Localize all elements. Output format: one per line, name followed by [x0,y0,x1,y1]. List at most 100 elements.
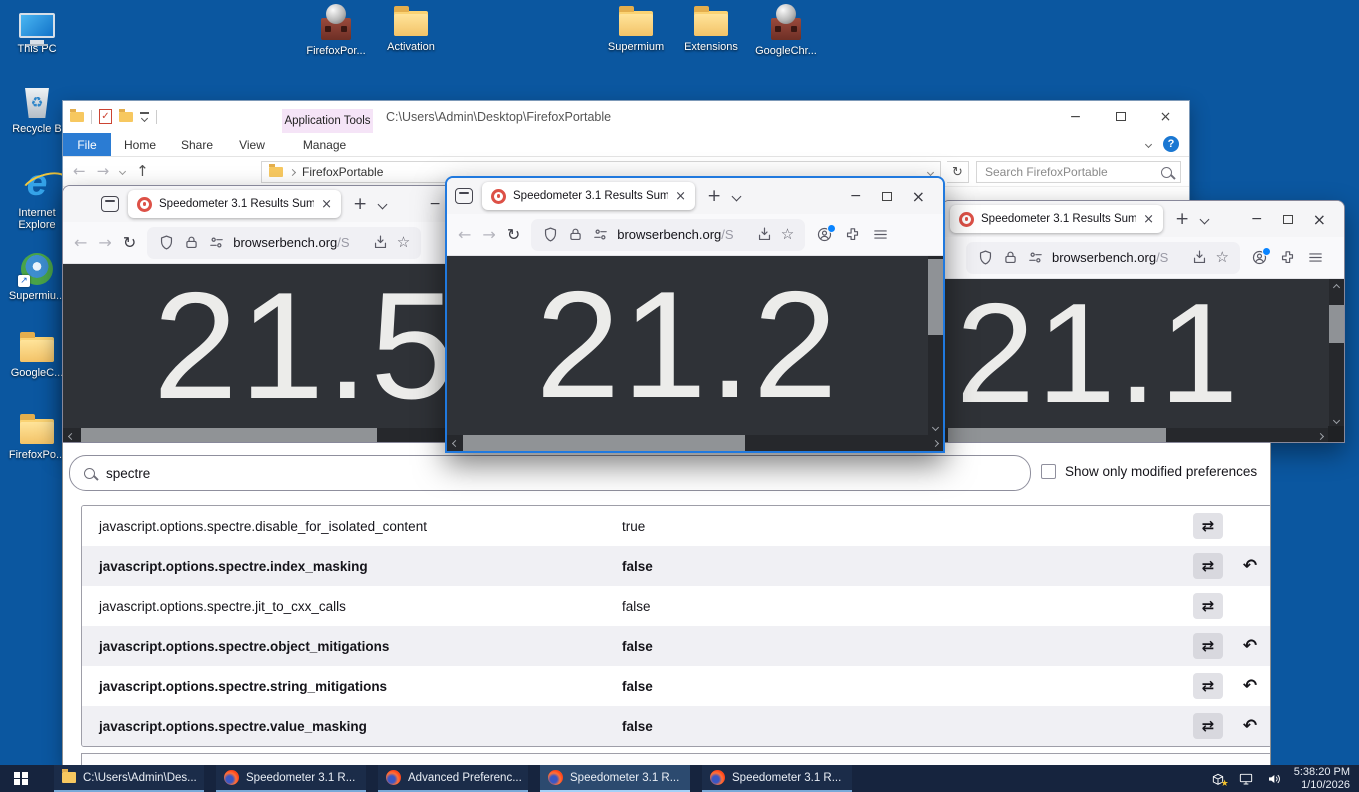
desktop-icon-googlechrome-installer[interactable]: GoogleChr... [749,4,823,57]
permissions-icon[interactable] [1027,249,1044,266]
back-button[interactable]: ← [73,162,86,180]
menu-hamburger-icon[interactable] [1307,249,1324,266]
refresh-button[interactable]: ↻ [947,161,969,183]
browser-tab[interactable]: Speedometer 3.1 Results Summa × [950,205,1163,233]
scroll-right-icon[interactable] [1312,428,1328,443]
tab-close-icon[interactable]: × [675,189,686,204]
permissions-icon[interactable] [592,226,609,243]
tab-file[interactable]: File [63,133,111,156]
browser-tab[interactable]: Speedometer 3.1 Results Summa × [128,190,341,218]
scrollbar-thumb[interactable] [81,428,377,443]
shield-icon[interactable] [542,226,559,243]
url-bar[interactable]: browserbench.org/S ☆ [147,227,421,259]
desktop-icon-firefoxportable-installer[interactable]: FirefoxPor... [299,4,373,57]
new-tab-button[interactable]: + [350,194,370,214]
ribbon-expand-icon[interactable] [1145,140,1152,147]
explorer-search-box[interactable]: Search FirefoxPortable [976,161,1181,183]
vertical-scrollbar[interactable] [928,256,943,435]
scroll-up-icon[interactable] [1329,279,1344,295]
minimize-button[interactable]: − [850,188,862,204]
minimize-button[interactable]: − [1251,211,1263,227]
taskbar-item-firefox-3-active[interactable]: Speedometer 3.1 R... [540,765,690,792]
toggle-button[interactable]: ⇄ [1193,713,1223,739]
maximize-button[interactable] [882,192,892,201]
horizontal-scrollbar[interactable] [447,435,943,451]
desktop-icon-extensions[interactable]: Extensions [674,4,748,53]
new-folder-icon[interactable] [119,112,133,122]
config-search-input[interactable]: spectre [69,455,1031,491]
shield-icon[interactable] [977,249,994,266]
tray-app-icon[interactable] [1210,771,1226,787]
extensions-puzzle-icon[interactable] [1279,249,1296,266]
scroll-left-icon[interactable] [63,428,79,443]
new-tab-button[interactable]: + [704,186,724,206]
horizontal-scrollbar[interactable] [942,428,1328,443]
lock-icon[interactable] [183,234,200,251]
scroll-down-icon[interactable] [928,419,943,435]
reset-button[interactable]: ↶ [1239,676,1261,696]
reload-button[interactable]: ↻ [123,233,136,252]
tab-list-icon[interactable] [732,191,742,201]
back-button[interactable]: ← [74,233,87,252]
toggle-button[interactable]: ⇄ [1193,553,1223,579]
show-modified-control[interactable]: Show only modified preferences [1041,464,1257,479]
toggle-button[interactable]: ⇄ [1193,673,1223,699]
scrollbar-thumb[interactable] [948,428,1166,443]
bookmark-star-icon[interactable]: ☆ [397,235,410,250]
toggle-button[interactable]: ⇄ [1193,513,1223,539]
back-button[interactable]: ← [458,225,471,244]
network-icon[interactable] [1238,771,1254,787]
toggle-button[interactable]: ⇄ [1193,593,1223,619]
taskbar-item-firefox-1[interactable]: Speedometer 3.1 R... [216,765,366,792]
customize-toolbar-icon[interactable] [140,112,149,121]
folder-icon[interactable] [70,112,84,122]
account-button[interactable] [1251,249,1268,266]
start-button[interactable] [0,765,42,792]
new-tab-button[interactable]: + [1172,209,1192,229]
tab-manage[interactable]: Manage [279,133,370,156]
download-icon[interactable] [756,226,773,243]
tab-list-icon[interactable] [378,199,388,209]
url-bar[interactable]: browserbench.org/S ☆ [531,219,805,251]
scroll-left-icon[interactable] [447,435,463,451]
url-bar[interactable]: browserbench.org/S ☆ [966,242,1240,274]
tab-home[interactable]: Home [111,133,169,156]
scrollbar-thumb[interactable] [928,259,943,335]
lock-icon[interactable] [1002,249,1019,266]
scrollbar-thumb[interactable] [1329,305,1344,343]
taskbar-item-explorer[interactable]: C:\Users\Admin\Des... [54,765,204,792]
desktop-icon-activation[interactable]: Activation [374,4,448,53]
browser-tab[interactable]: Speedometer 3.1 Results Summa × [482,182,695,210]
maximize-button[interactable] [1283,215,1293,224]
close-button[interactable]: × [912,187,925,206]
taskbar-clock[interactable]: 5:38:20 PM 1/10/2026 [1294,766,1350,791]
taskbar-item-firefox-4[interactable]: Speedometer 3.1 R... [702,765,852,792]
breadcrumb-item[interactable]: FirefoxPortable [302,165,383,179]
recent-locations-icon[interactable] [119,167,126,174]
minimize-button[interactable]: − [1053,102,1098,131]
bookmark-star-icon[interactable]: ☆ [781,227,794,242]
reload-button[interactable]: ↻ [507,225,520,244]
lock-icon[interactable] [567,226,584,243]
vertical-scrollbar[interactable] [1329,279,1344,428]
tab-share[interactable]: Share [169,133,225,156]
account-button[interactable] [816,226,833,243]
forward-button[interactable]: → [97,162,110,180]
bookmark-star-icon[interactable]: ☆ [1216,250,1229,265]
desktop-icon-this-pc[interactable]: This PC [0,6,74,55]
tab-close-icon[interactable]: × [321,197,332,212]
download-icon[interactable] [1191,249,1208,266]
help-button[interactable]: ? [1163,136,1179,152]
download-icon[interactable] [372,234,389,251]
shield-icon[interactable] [158,234,175,251]
tab-view[interactable]: View [225,133,279,156]
properties-icon[interactable]: ✓ [99,109,112,124]
forward-button[interactable]: → [482,225,495,244]
reset-button[interactable]: ↶ [1239,556,1261,576]
horizontal-scrollbar[interactable] [63,428,459,443]
menu-hamburger-icon[interactable] [872,226,889,243]
reset-button[interactable]: ↶ [1239,636,1261,656]
up-button[interactable]: ↑ [136,162,149,180]
tab-list-icon[interactable] [1200,214,1210,224]
tab-close-icon[interactable]: × [1143,212,1154,227]
